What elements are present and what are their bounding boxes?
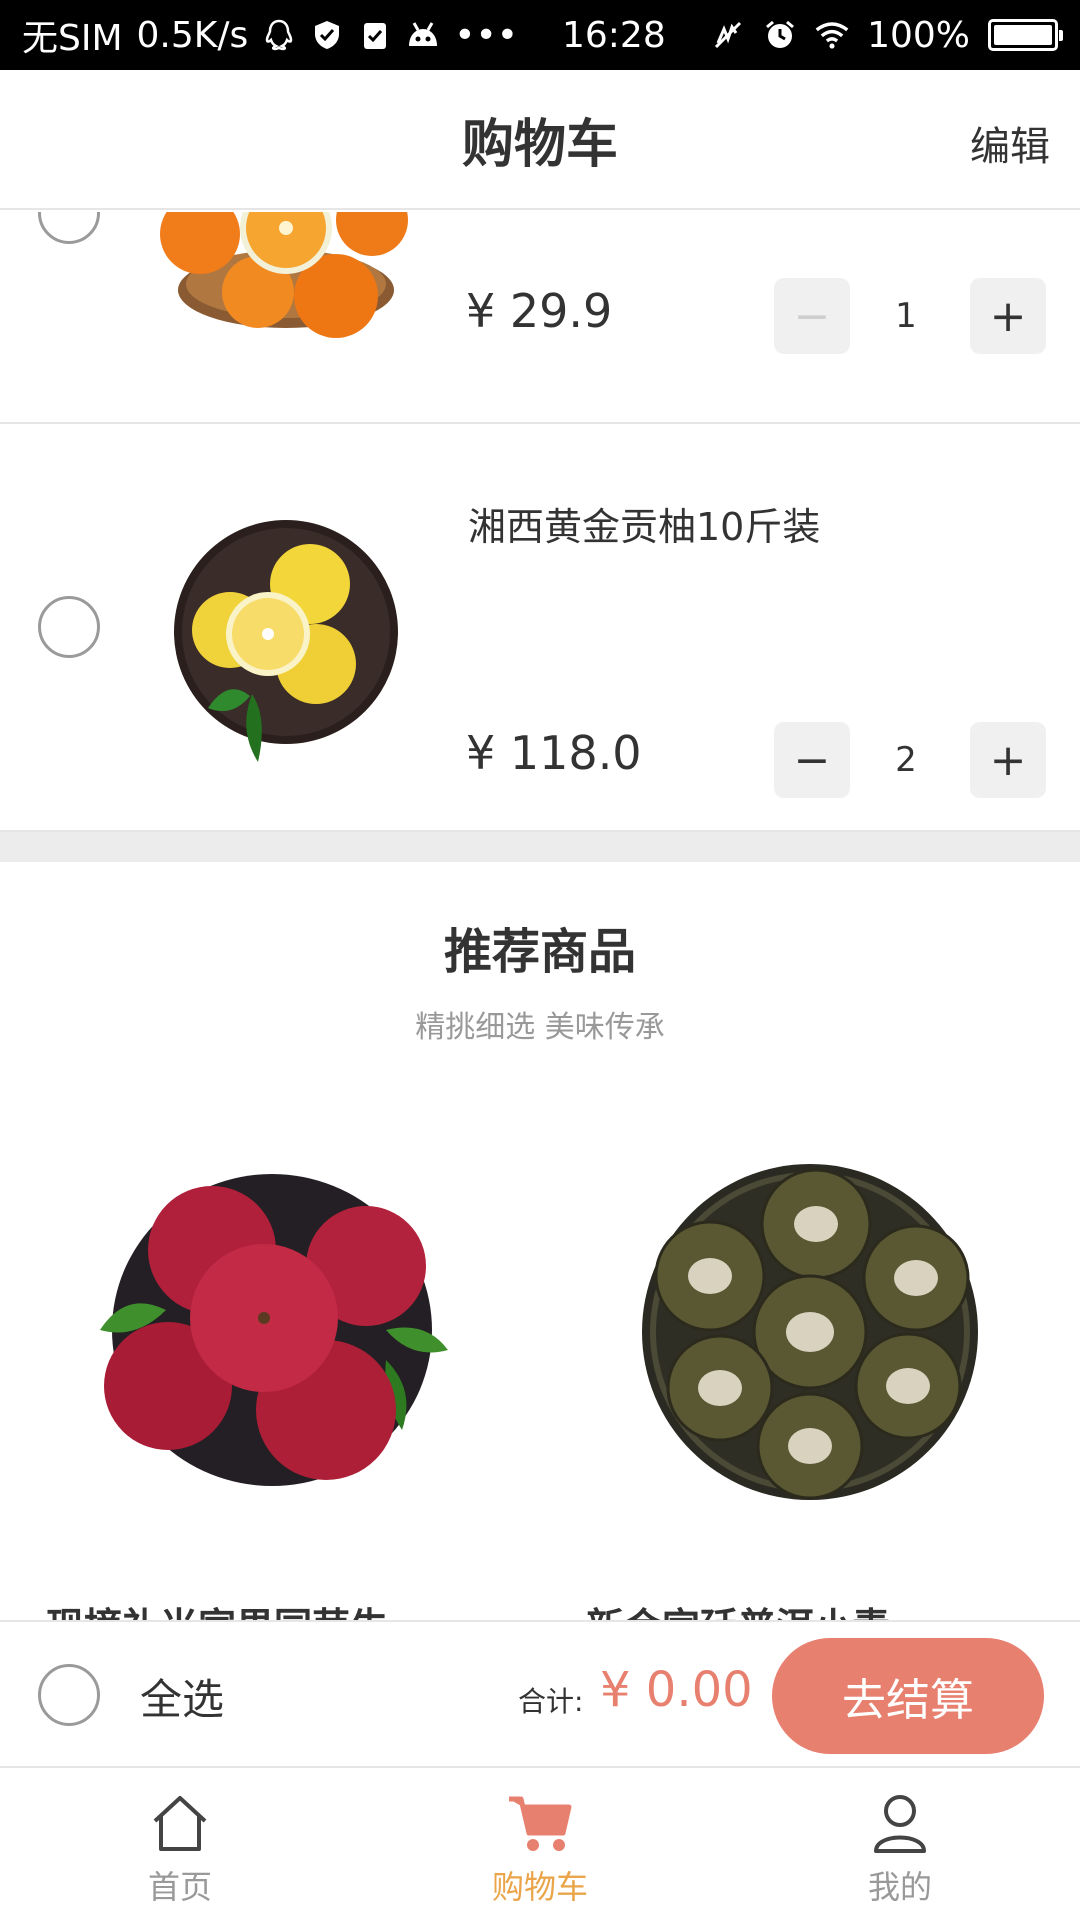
pomelos-image	[168, 518, 404, 774]
wifi-icon	[815, 18, 849, 52]
tab-cart[interactable]: 购物车	[360, 1768, 720, 1920]
item-price: ¥ 118.0	[466, 726, 642, 780]
battery-percent: 100%	[867, 14, 970, 56]
alarm-icon	[763, 18, 797, 52]
tab-label: 首页	[147, 1868, 212, 1906]
item-checkbox[interactable]	[38, 596, 100, 658]
increment-button[interactable]: +	[970, 722, 1046, 798]
battery-icon	[988, 19, 1063, 51]
edit-button[interactable]: 编辑	[970, 114, 1050, 172]
status-right: 100%	[711, 14, 1063, 56]
decrement-button[interactable]: −	[774, 722, 850, 798]
android-icon	[406, 18, 440, 52]
item-checkbox[interactable]	[38, 212, 100, 244]
apples-image[interactable]	[96, 1170, 450, 1490]
more-notifications-icon: •••	[454, 14, 518, 56]
tab-label: 我的	[867, 1868, 932, 1906]
network-speed: 0.5K/s	[136, 14, 249, 56]
tea-balls-image[interactable]	[640, 1162, 980, 1502]
vibrate-off-icon	[711, 18, 745, 52]
recommend-product-name[interactable]: 现摘礼当家果园苹牛…	[46, 1596, 466, 1620]
tab-mine[interactable]: 我的	[720, 1768, 1080, 1920]
carrier-text: 无SIM	[22, 18, 123, 59]
total-value: ¥ 0.00	[600, 1662, 753, 1718]
battery-level	[994, 25, 1052, 45]
recommend-title: 推荐商品	[443, 924, 636, 980]
checkout-button[interactable]: 去结算	[772, 1638, 1044, 1754]
qq-icon	[262, 18, 296, 52]
recommend-product-name[interactable]: 新会宫廷普洱小青…	[586, 1596, 1006, 1620]
tab-label: 购物车	[491, 1868, 588, 1906]
clock-time: 16:28	[561, 14, 666, 56]
status-bar: 无SIM 0.5K/s ••• 16:28 100%	[0, 0, 1080, 70]
recommend-subtitle: 精挑细选 美味传承	[415, 1010, 665, 1045]
cart-icon	[507, 1792, 573, 1856]
cart-content[interactable]: ¥ 29.9 − 1 + 湘西黄金贡柚10斤装 ¥ 118.0 − 2 + 推荐…	[0, 212, 1080, 1620]
decrement-button[interactable]: −	[774, 278, 850, 354]
clipboard-check-icon	[358, 18, 392, 52]
select-all-label[interactable]: 全选	[140, 1666, 224, 1727]
quantity-value: 2	[895, 740, 917, 780]
section-divider	[0, 832, 1080, 862]
increment-button[interactable]: +	[970, 278, 1046, 354]
status-left: 无SIM 0.5K/s ••• 16:28	[22, 9, 666, 61]
header: 购物车 编辑	[0, 70, 1080, 210]
page-title: 购物车	[461, 114, 618, 175]
home-icon	[149, 1792, 211, 1856]
screen: 无SIM 0.5K/s ••• 16:28 100% 购物车 编辑 ¥ 29.9…	[0, 0, 1080, 1920]
tab-home[interactable]: 首页	[0, 1768, 360, 1920]
cart-item: 湘西黄金贡柚10斤装 ¥ 118.0 − 2 +	[0, 424, 1080, 832]
cart-item: ¥ 29.9 − 1 +	[0, 212, 1080, 424]
total-label: 合计:	[518, 1685, 584, 1718]
user-icon	[872, 1792, 928, 1856]
item-price: ¥ 29.9	[466, 284, 613, 338]
oranges-image	[158, 212, 416, 344]
tab-bar: 首页 购物车 我的	[0, 1768, 1080, 1920]
item-name: 湘西黄金贡柚10斤装	[468, 505, 821, 549]
checkout-bar: 全选 合计: ¥ 0.00 去结算	[0, 1620, 1080, 1768]
quantity-value: 1	[895, 296, 917, 336]
shield-icon	[310, 18, 344, 52]
select-all-checkbox[interactable]	[38, 1664, 100, 1726]
